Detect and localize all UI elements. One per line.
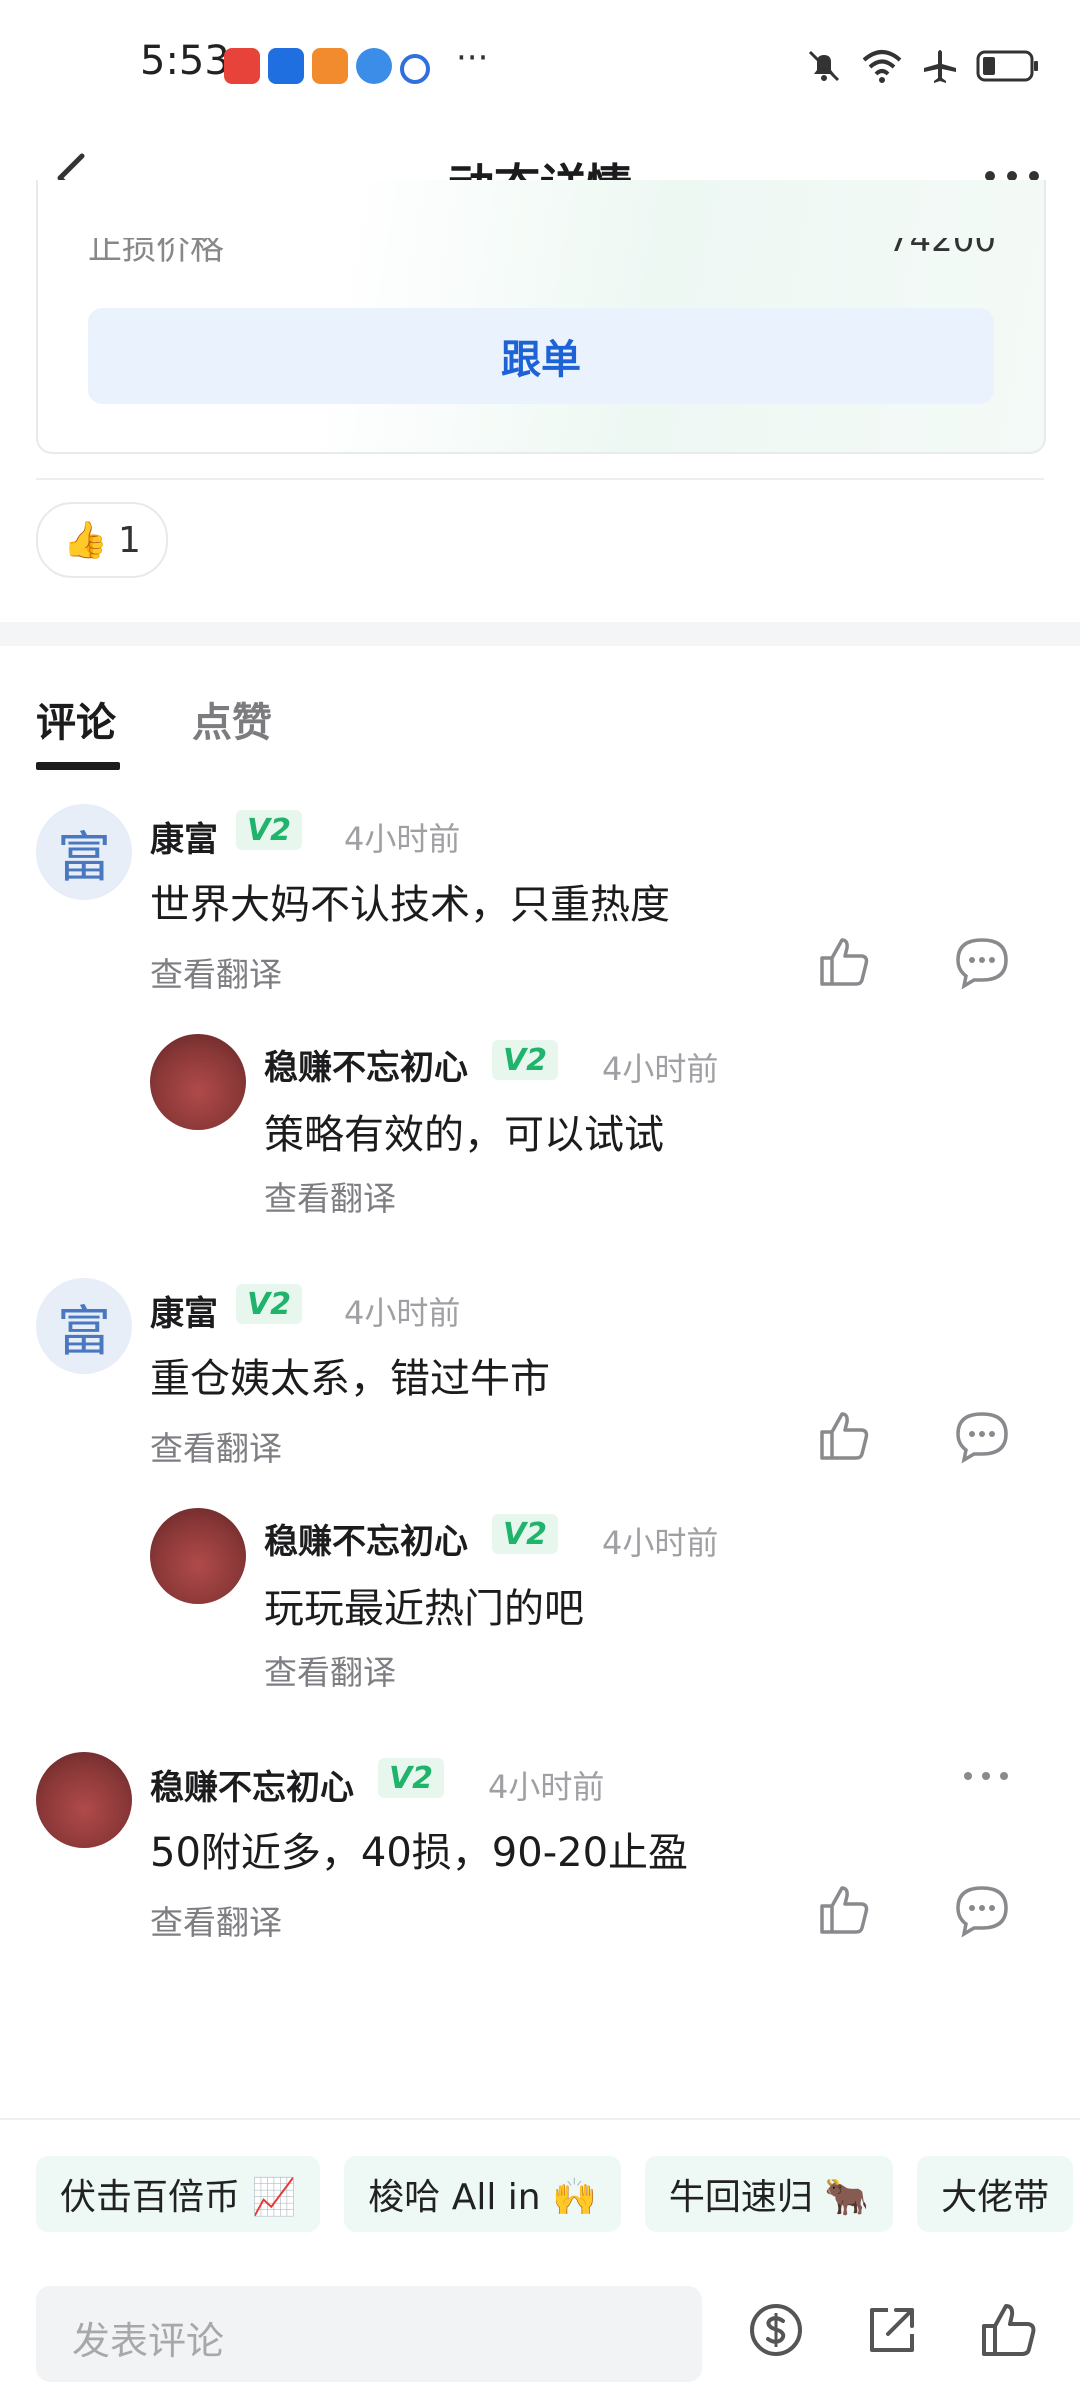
like-icon[interactable] [816,1882,872,1938]
like-post-icon[interactable] [978,2300,1038,2360]
username[interactable]: 稳赚不忘初心 [150,1760,354,1809]
quick-reply-chip[interactable]: 大佬带 [917,2156,1074,2232]
view-translation-link[interactable]: 查看翻译 [264,1172,396,1220]
level-badge: V2 [378,1758,444,1798]
view-translation-link[interactable]: 查看翻译 [264,1646,396,1694]
view-translation-link[interactable]: 查看翻译 [150,1422,282,1470]
quick-reply-bar: 伏击百倍币 📈 梭哈 All in 🙌 牛回速归 🐂 大佬带 [36,2156,1074,2232]
username[interactable]: 康富 [150,1286,218,1335]
c-app-icon [400,54,430,84]
quick-reply-chip[interactable]: 牛回速归 🐂 [644,2156,894,2232]
thumbs-up-emoji-icon: 👍 [63,520,108,561]
share-icon[interactable] [862,2300,922,2360]
mute-bell-icon [808,50,840,82]
reply-icon[interactable] [954,934,1010,990]
divider [0,2118,1080,2120]
level-badge: V2 [236,1284,302,1324]
wifi-icon [862,50,902,83]
level-badge: V2 [492,1040,558,1080]
level-badge: V2 [492,1514,558,1554]
comment-time: 4小时前 [602,1524,719,1562]
tab-bar: 评论 点赞 [0,690,1080,770]
tab-likes[interactable]: 点赞 [192,690,272,748]
more-notifications-icon: ··· [456,38,489,78]
avatar[interactable]: 富 [36,1278,132,1374]
comment-text: 重仓姨太系，错过牛市 [150,1356,550,1402]
comment-time: 4小时前 [602,1050,719,1088]
comment-text: 玩玩最近热门的吧 [264,1586,584,1632]
strategy-card: 止损价格 74200 跟单 [36,180,1046,454]
username[interactable]: 康富 [150,812,218,861]
huawei-app-icon [224,48,260,84]
follow-order-button[interactable]: 跟单 [88,308,994,404]
active-tab-indicator [36,762,120,770]
comment-text: 世界大妈不认技术，只重热度 [150,882,670,928]
avatar[interactable] [150,1508,246,1604]
comment-time: 4小时前 [344,1294,461,1332]
comment-text: 策略有效的，可以试试 [264,1112,664,1158]
comment-input-placeholder: 发表评论 [72,2319,225,2363]
battery-icon [976,50,1038,82]
globe-app-icon [356,48,392,84]
airplane-mode-icon [924,50,956,83]
comment-time: 4小时前 [344,820,461,858]
reply-icon[interactable] [954,1882,1010,1938]
username[interactable]: 稳赚不忘初心 [264,1040,468,1089]
quick-reply-chip[interactable]: 梭哈 All in 🙌 [344,2156,621,2232]
level-badge: V2 [236,810,302,850]
comment-text: 50附近多，40损，90-20止盈 [150,1830,689,1876]
tab-comments[interactable]: 评论 [36,690,116,748]
bulb-app-icon [268,48,304,84]
avatar[interactable]: 富 [36,804,132,900]
tip-coin-icon[interactable] [746,2300,806,2360]
reply-icon[interactable] [954,1408,1010,1464]
quick-reply-chip[interactable]: 伏击百倍币 📈 [36,2156,321,2232]
comment-more-icon[interactable] [962,1770,1010,1782]
username[interactable]: 稳赚不忘初心 [264,1514,468,1563]
comment-time: 4小时前 [488,1768,605,1806]
status-bar: 5:53 ··· [0,0,1080,130]
divider [36,478,1044,480]
view-translation-link[interactable]: 查看翻译 [150,1896,282,1944]
clock: 5:53 [140,38,230,84]
like-icon[interactable] [816,934,872,990]
avatar[interactable] [150,1034,246,1130]
section-separator [0,622,1080,646]
stop-loss-value: 74200 [887,220,996,260]
reaction-pill[interactable]: 👍 1 [36,502,168,578]
comment-input[interactable]: 发表评论 [36,2286,702,2382]
view-translation-link[interactable]: 查看翻译 [150,948,282,996]
reaction-count: 1 [117,519,141,561]
like-icon[interactable] [816,1408,872,1464]
video-app-icon [312,48,348,84]
avatar[interactable] [36,1752,132,1848]
stop-loss-label: 止损价格 [88,228,224,268]
